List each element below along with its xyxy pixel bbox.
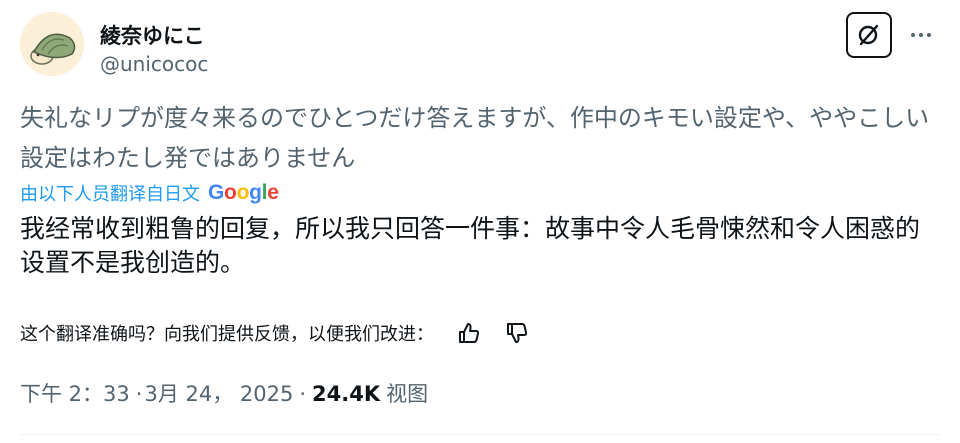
feedback-prompt: 这个翻译准确吗？向我们提供反馈，以便我们改进：	[20, 324, 434, 345]
thumbs-up-icon	[459, 323, 480, 343]
translated-by-label: 由以下人员翻译自日文	[20, 184, 200, 205]
meta-separator: ·	[135, 382, 143, 406]
author-name[interactable]: 綾奈ゆにこ	[100, 20, 205, 50]
google-logo: Google	[208, 181, 279, 204]
post-header: 綾奈ゆにこ @unicococ	[20, 12, 940, 76]
meta-separator: ·	[299, 382, 307, 406]
post-date[interactable]: 3月 24， 2025	[144, 378, 293, 408]
translated-post-text: 我经常收到粗鲁的回复，所以我只回答一件事：故事中令人毛骨悚然和令人困惑的设置不是…	[20, 214, 921, 277]
divider	[20, 434, 940, 435]
post-meta: 下午 2：33 · 3月 24， 2025 · 24.4K 视图	[20, 378, 428, 408]
grok-icon	[858, 24, 879, 46]
translation-feedback: 这个翻译准确吗？向我们提供反馈，以便我们改进：	[20, 320, 530, 346]
avatar[interactable]	[20, 12, 84, 76]
author-handle[interactable]: @unicococ	[100, 52, 208, 76]
more-icon-dot	[919, 33, 923, 37]
original-post-text: 失礼なリプが度々来るのでひとつだけ答えますが、作中のキモい設定や、ややこしい設定…	[20, 104, 930, 172]
more-button[interactable]	[902, 22, 940, 48]
more-icon-dot	[927, 33, 931, 37]
thumbs-down-button[interactable]	[504, 320, 530, 346]
post-time[interactable]: 下午 2：33	[20, 378, 130, 408]
grok-button[interactable]	[846, 12, 892, 58]
translation-attribution[interactable]: 由以下人员翻译自日文 Google	[20, 180, 279, 206]
more-icon	[911, 33, 915, 37]
thumbs-up-button[interactable]	[456, 320, 482, 346]
thumbs-down-icon	[507, 323, 528, 343]
turtle-avatar-icon	[20, 12, 84, 76]
views-label: 视图	[386, 382, 429, 406]
views-count[interactable]: 24.4K	[312, 382, 380, 406]
